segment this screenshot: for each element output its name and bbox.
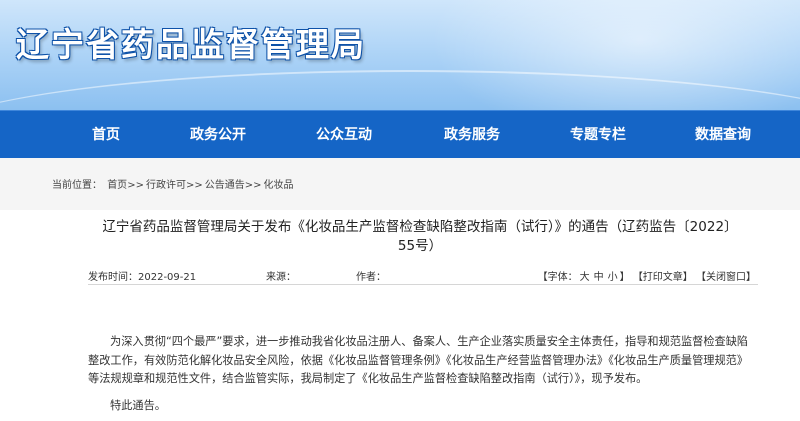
author-label: 作者： [356, 272, 386, 283]
site-title[interactable]: 辽宁省药品监督管理局 [16, 18, 366, 66]
nav-item-special-topics[interactable]: 专题专栏 [570, 111, 626, 159]
close-window-button[interactable]: 【关闭窗口】 [696, 272, 756, 283]
nav-item-public-interaction[interactable]: 公众互动 [316, 111, 372, 159]
author: 作者： [356, 268, 386, 283]
print-article-button[interactable]: 【打印文章】 [633, 272, 693, 283]
source: 来源： [266, 268, 296, 283]
article-meta: 发布时间：2022-09-21 来源： 作者： 【字体：大中小】 【打印文章】 … [88, 264, 758, 286]
breadcrumb-separator: >> [127, 180, 144, 191]
breadcrumb-separator: >> [185, 180, 203, 191]
publish-date-label: 发布时间： [88, 272, 138, 283]
breadcrumb-item-administrative-license[interactable]: 行政许可 [146, 180, 186, 191]
nav-item-data-query[interactable]: 数据查询 [695, 111, 751, 159]
font-size-close: 】 [619, 272, 630, 283]
breadcrumb-item-announcements[interactable]: 公告通告 [205, 180, 245, 191]
font-size-label: 【字体： [537, 272, 578, 283]
source-label: 来源： [266, 272, 296, 283]
article-paragraph: 特此通告。 [110, 398, 166, 412]
font-size-large-button[interactable]: 大 [580, 272, 590, 283]
nav-item-home[interactable]: 首页 [92, 111, 120, 159]
article-tools: 【字体：大中小】 【打印文章】 【关闭窗口】 [538, 268, 756, 283]
breadcrumb-prefix: 当前位置： [52, 180, 102, 191]
breadcrumb-bar: 当前位置： 首页>> 行政许可>> 公告通告>> 化妆品 [0, 158, 800, 210]
meta-divider [88, 284, 758, 285]
publish-date: 发布时间：2022-09-21 [88, 268, 196, 283]
font-size-medium-button[interactable]: 中 [594, 272, 604, 283]
nav-item-government-affairs[interactable]: 政务公开 [190, 111, 246, 159]
article-paragraph: 为深入贯彻“四个最严”要求，进一步推动我省化妆品注册人、备案人、生产企业落实质量… [88, 335, 749, 385]
breadcrumb: 当前位置： 首页>> 行政许可>> 公告通告>> 化妆品 [52, 176, 293, 191]
main-nav: 首页 政务公开 公众互动 政务服务 专题专栏 数据查询 [0, 110, 800, 158]
header-banner: 辽宁省药品监督管理局 [0, 0, 800, 110]
publish-date-value: 2022-09-21 [138, 272, 197, 283]
font-size-small-button[interactable]: 小 [608, 272, 618, 283]
breadcrumb-item-cosmetics[interactable]: 化妆品 [263, 180, 293, 191]
nav-item-government-services[interactable]: 政务服务 [444, 111, 500, 159]
article-title: 辽宁省药品监督管理局关于发布《化妆品生产监督检查缺陷整改指南（试行）》的通告（辽… [102, 219, 738, 254]
breadcrumb-separator: >> [244, 180, 262, 191]
article-body: 为深入贯彻“四个最严”要求，进一步推动我省化妆品注册人、备案人、生产企业落实质量… [88, 333, 758, 415]
breadcrumb-item-home[interactable]: 首页 [107, 180, 127, 191]
